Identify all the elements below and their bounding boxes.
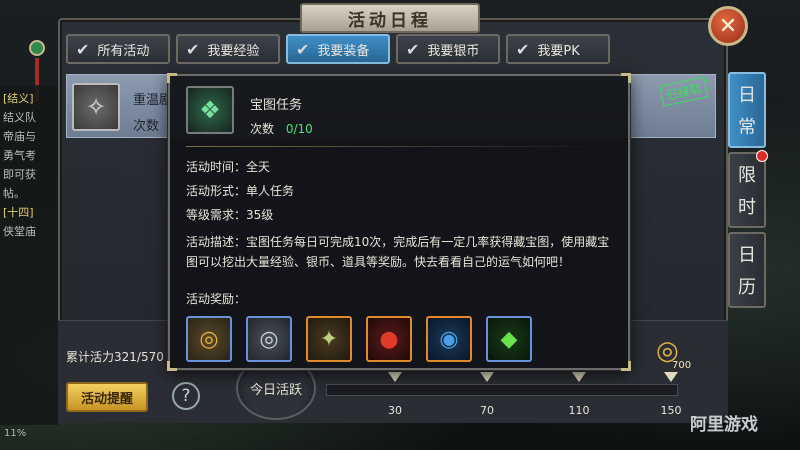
gold-coins-icon[interactable]: ◎ [186,316,232,362]
check-icon: ✔ [406,39,420,59]
divider [186,146,606,147]
milestone-label: 150 [660,404,682,417]
close-icon: ✕ [718,13,738,39]
tab-daily[interactable]: 日 常 [728,72,766,148]
tab-pk[interactable]: ✔ 我要PK [506,34,610,64]
red-orb-icon[interactable]: ● [366,316,412,362]
tab-silver-coins[interactable]: ✔ 我要银币 [396,34,500,64]
activity-count-label: 次数 [133,119,160,134]
milestone-marker [572,372,586,382]
notification-dot-icon [756,150,768,162]
activity-form: 活动形式：单人任务 [186,184,295,198]
milestone-marker [388,372,402,382]
tab-all-activities[interactable]: ✔ 所有活动 [66,34,170,64]
silver-coins-icon[interactable]: ◎ [246,316,292,362]
reward-list: ◎ ◎ ✦ ● ◉ ◆ [186,316,532,362]
frame-corner [621,361,631,371]
activity-progress-bar [326,384,678,396]
activity-name: 重温剧 [133,93,173,108]
treasure-map-icon: ❖ [186,86,234,134]
tab-label: 我要银币 [427,43,480,59]
jade-shard-icon[interactable]: ✦ [306,316,352,362]
chat-line: 即可获 [3,168,36,181]
tab-equipment[interactable]: ✔ 我要装备 [286,34,390,64]
side-tab-char: 常 [738,117,756,138]
chat-line: [结义] [3,92,34,105]
milestone-label: 30 [388,404,402,417]
check-icon: ✔ [76,39,90,59]
chat-line: 帖。 [3,187,25,200]
milestone-label: 70 [480,404,494,417]
milestone-marker [664,372,678,382]
activity-detail-tooltip: ❖ 宝图任务 次数 0/10 活动时间：全天 活动形式：单人任务 等级需求：35… [167,73,631,371]
chat-line: [十四] [3,206,34,219]
schedule-side-tabs: 日 常 限 时 日 历 [728,72,768,308]
count-label: 次数 [250,122,275,136]
activity-reminder-button[interactable]: 活动提醒 [66,382,148,412]
chat-line: 侠堂庙 [3,225,36,238]
close-button[interactable]: ✕ [708,6,748,46]
received-stamp: 已接取 [659,76,709,107]
tab-label: 所有活动 [97,43,150,59]
tab-experience[interactable]: ✔ 我要经验 [176,34,280,64]
milestone-label: 110 [568,404,590,417]
activity-description: 活动描述：宝图任务每日可完成10次，完成后有一定几率获得藏宝图，使用藏宝图可以挖… [186,235,610,269]
rewards-label: 活动奖励： [186,292,247,306]
watermark: 阿里游戏 [690,415,758,435]
battery-percent: 11% [4,428,27,439]
milestone-marker [480,372,494,382]
check-icon: ✔ [296,39,310,59]
frame-corner [167,73,177,83]
side-tab-char: 限 [738,165,756,186]
crab-item-icon: ✧ [72,83,120,131]
activity-time: 活动时间：全天 [186,160,271,174]
side-tab-char: 日 [738,245,756,266]
tooltip-title: 宝图任务 [250,98,303,113]
frame-corner [167,361,177,371]
window-title: 活动日程 [300,3,480,33]
side-tab-char: 日 [738,85,756,106]
side-tab-char: 时 [738,197,756,218]
help-button[interactable]: ? [172,382,200,410]
frame-corner [621,73,631,83]
category-tabs: ✔ 所有活动 ✔ 我要经验 ✔ 我要装备 ✔ 我要银币 ✔ 我要PK [66,34,610,66]
check-icon: ✔ [186,39,200,59]
side-tab-char: 历 [738,277,756,298]
tab-label: 我要PK [537,43,580,59]
level-requirement: 等级需求：35级 [186,208,274,222]
tab-label: 我要装备 [317,43,370,59]
chat-line: 勇气考 [3,149,36,162]
tab-limited-time[interactable]: 限 时 [728,150,768,228]
tooltip-count: 次数 0/10 [250,120,313,137]
chat-line: 结义队 [3,111,36,124]
left-chat-strip: [结义] 结义队 帝庙与 勇气考 即可获 帖。 [十四] 侠堂庙 [0,85,58,425]
count-value: 0/10 [285,122,313,136]
tab-label: 我要经验 [207,43,260,59]
blue-orb-icon[interactable]: ◉ [426,316,472,362]
reward-amount: 700 [672,360,692,371]
green-crystal-icon[interactable]: ◆ [486,316,532,362]
check-icon: ✔ [516,39,530,59]
total-activity-text: 累计活力321/570 [66,350,164,364]
tab-calendar[interactable]: 日 历 [728,232,766,308]
chat-line: 帝庙与 [3,130,36,143]
